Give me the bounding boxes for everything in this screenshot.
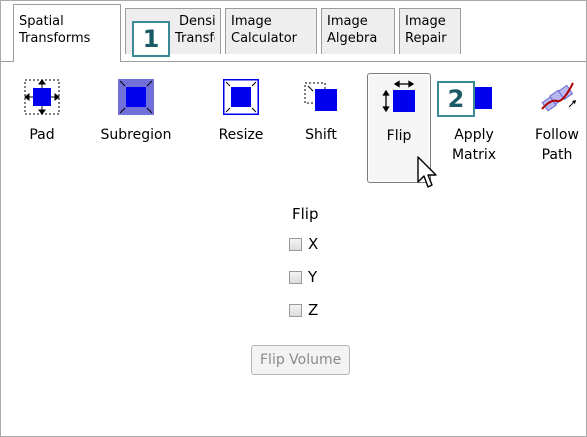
tool-label-line2: Matrix <box>451 147 497 163</box>
flip-y-label: Y <box>308 268 318 286</box>
tool-label-line1: Follow <box>535 127 579 143</box>
pad-icon <box>24 79 60 115</box>
tab-label-line1: Image <box>405 14 446 29</box>
tab-label-line2: Calculator <box>231 31 298 46</box>
tab-spatial-transforms[interactable]: Spatial Transforms <box>13 4 121 62</box>
tab-label-line2: Algebra <box>327 31 378 46</box>
resize-tool-button[interactable]: Resize <box>204 73 278 183</box>
pad-tool-button[interactable]: Pad <box>5 73 79 183</box>
flip-z-checkbox[interactable] <box>289 303 302 317</box>
tab-label-line1: Image <box>327 14 368 29</box>
flip-x-option[interactable]: X <box>289 235 318 253</box>
mouse-pointer-icon <box>416 156 440 194</box>
callout-marker-1: 1 <box>132 21 170 57</box>
tool-label: Resize <box>218 127 264 143</box>
tab-label-line1: Spatial <box>19 14 64 29</box>
tool-label: Flip <box>386 128 412 144</box>
shift-tool-button[interactable]: Shift <box>284 73 358 183</box>
tool-label: Subregion <box>100 127 172 143</box>
resize-icon <box>222 78 260 116</box>
tab-image-calculator[interactable]: Image Calculator <box>225 8 317 54</box>
tab-label-text: Transforms <box>175 31 215 46</box>
subregion-icon <box>118 79 154 115</box>
flip-panel-title: Flip <box>292 205 319 223</box>
tool-label: Shift <box>305 127 337 143</box>
window-frame: Spatial Transforms Density Transforms Im… <box>0 0 587 437</box>
tool-label-line2: Path <box>541 147 573 163</box>
flip-x-label: X <box>308 235 319 253</box>
tab-image-algebra[interactable]: Image Algebra <box>321 8 395 54</box>
tab-label-line2: Repair <box>405 31 447 46</box>
tool-label-line1: Apply <box>454 127 494 143</box>
tab-label-line2: Transforms <box>19 31 91 46</box>
subregion-tool-button[interactable]: Subregion <box>93 73 179 183</box>
tab-label-text: Density <box>179 14 215 29</box>
flip-z-label: Z <box>308 301 319 319</box>
follow-path-tool-button[interactable]: Follow Path <box>520 73 587 183</box>
tool-label: Pad <box>29 127 55 143</box>
flip-x-checkbox[interactable] <box>289 237 302 251</box>
flip-y-option[interactable]: Y <box>289 268 317 286</box>
follow-path-icon <box>539 79 576 115</box>
flip-icon <box>381 80 417 116</box>
tab-bar: Spatial Transforms Density Transforms Im… <box>1 1 586 63</box>
flip-volume-button[interactable]: Flip Volume <box>251 345 351 375</box>
tab-image-repair[interactable]: Image Repair <box>399 8 461 54</box>
flip-y-checkbox[interactable] <box>289 270 302 284</box>
shift-icon <box>303 79 339 115</box>
flip-z-option[interactable]: Z <box>289 301 318 319</box>
callout-marker-2: 2 <box>437 81 475 117</box>
tab-label-line1: Image <box>231 14 272 29</box>
